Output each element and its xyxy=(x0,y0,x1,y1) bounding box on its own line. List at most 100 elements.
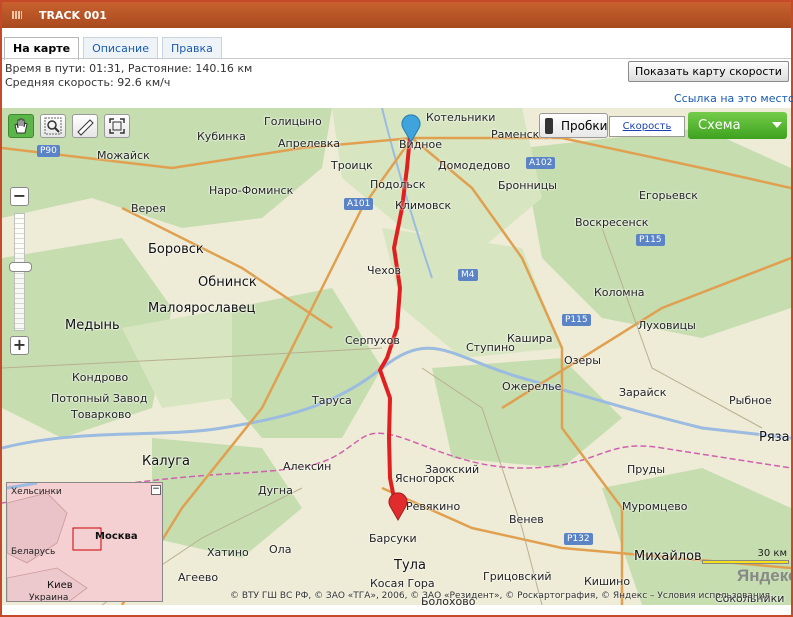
road-shield: P132 xyxy=(564,533,593,545)
city-label: Агеево xyxy=(178,571,219,584)
city-label: Грицовский xyxy=(483,570,552,583)
city-label: Пруды xyxy=(627,463,666,476)
city-label: Косая Гора xyxy=(370,577,435,590)
zoom-in-button[interactable]: + xyxy=(10,336,29,355)
city-label: Обнинск xyxy=(198,275,257,290)
city-label: Дугна xyxy=(258,484,293,497)
hand-icon xyxy=(14,118,28,134)
scale-label: 30 км xyxy=(757,548,788,559)
road-shield: A102 xyxy=(526,157,556,169)
map-type-select[interactable]: Схема xyxy=(688,112,787,139)
zoom-area-tool-button[interactable] xyxy=(40,114,66,138)
city-label: Можайск xyxy=(97,149,150,162)
tab-edit[interactable]: Правка xyxy=(161,37,222,59)
city-label: Верея xyxy=(131,202,166,215)
zoom-slider-thumb[interactable] xyxy=(9,262,32,272)
tab-bar: На карте Описание Правка xyxy=(4,37,222,60)
fullscreen-icon xyxy=(109,118,125,134)
minimap-label: Москва xyxy=(95,531,138,542)
city-label: Кишино xyxy=(584,575,631,588)
city-label: Алексин xyxy=(283,460,332,473)
city-label: Коломна xyxy=(594,286,645,299)
city-label: Троицк xyxy=(331,159,373,172)
map-scale: 30 км xyxy=(702,548,789,566)
city-label: Апрелевка xyxy=(278,137,341,150)
traffic-label: Пробки xyxy=(561,119,608,133)
route-start-marker-icon[interactable] xyxy=(399,114,423,144)
map-view[interactable]: Котельники Раменское Голицыно Апрелевка … xyxy=(2,108,791,605)
city-label: Чехов xyxy=(367,264,402,277)
chevron-down-icon xyxy=(772,122,782,128)
road-shield: P115 xyxy=(562,314,591,326)
road-shield: P90 xyxy=(37,145,60,157)
road-shield: M4 xyxy=(458,269,478,281)
tab-map[interactable]: На карте xyxy=(4,37,80,60)
map-type-label: Схема xyxy=(698,118,741,133)
link-to-place[interactable]: Ссылка на это место xyxy=(674,92,793,105)
zoom-out-button[interactable]: − xyxy=(10,187,29,206)
city-label: Рыбное xyxy=(729,394,772,407)
city-label: Егорьевск xyxy=(639,189,698,202)
yandex-logo: Яндекс xyxy=(737,566,791,585)
map-copyright: © ВТУ ГШ ВС РФ, © ЗАО «ТГА», 2006, © ЗАО… xyxy=(230,591,771,601)
road-shield: A101 xyxy=(344,198,374,210)
window-title: TRACK 001 xyxy=(39,9,107,22)
minimap-label: Киев xyxy=(47,580,73,591)
track-time-distance: Время в пути: 01:31, Растояние: 140.16 к… xyxy=(5,62,253,75)
city-label: Медынь xyxy=(65,318,120,333)
city-label: Голицыно xyxy=(264,115,322,128)
city-label: Малоярославец xyxy=(148,301,256,316)
magnifier-icon xyxy=(44,117,62,135)
city-label: Домодедово xyxy=(438,159,511,172)
speed-link[interactable]: Скорость xyxy=(609,116,685,137)
city-label: Хатино xyxy=(207,546,249,559)
city-label: Кашира xyxy=(507,332,553,345)
city-label: Боровск xyxy=(148,242,204,257)
track-avg-speed: Средняя скорость: 92.6 км/ч xyxy=(5,76,171,89)
city-label: Котельники xyxy=(426,111,496,124)
city-label: Муромцево xyxy=(622,500,688,513)
fullscreen-button[interactable] xyxy=(104,114,130,138)
city-label: Калуга xyxy=(142,454,190,469)
scale-bar xyxy=(702,560,789,564)
show-speed-map-button[interactable]: Показать карту скорости xyxy=(628,61,789,82)
minimap-collapse-icon[interactable]: − xyxy=(151,485,161,495)
city-label: Луховицы xyxy=(638,319,696,332)
overview-minimap[interactable]: Хельсинки Москва Беларусь Киев Украина − xyxy=(6,482,163,602)
city-label: Бронницы xyxy=(498,179,557,192)
city-label: Таруса xyxy=(312,394,352,407)
minimap-label: Украина xyxy=(29,593,69,602)
city-label: Наро-Фоминск xyxy=(209,184,294,197)
ruler-icon xyxy=(77,119,94,136)
city-label: Товарково xyxy=(71,408,132,421)
city-label: Воскресенск xyxy=(575,216,649,229)
city-label: Кондрово xyxy=(72,371,129,384)
zoom-slider-track[interactable] xyxy=(14,213,25,331)
city-label: Зарайск xyxy=(619,386,667,399)
ruler-tool-button[interactable] xyxy=(72,114,98,138)
route-end-marker-icon[interactable] xyxy=(386,492,410,522)
window-titlebar[interactable]: TRACK 001 xyxy=(2,2,791,28)
minimap-background xyxy=(7,483,162,601)
city-label: Подольск xyxy=(370,178,426,191)
city-label: Тула xyxy=(394,558,426,573)
city-label: Венев xyxy=(509,513,544,526)
tab-description[interactable]: Описание xyxy=(83,37,158,59)
city-label: Ола xyxy=(269,543,292,556)
city-label: Потопный Завод xyxy=(51,392,148,405)
tab-divider xyxy=(2,58,791,59)
city-label: Ряза xyxy=(759,430,790,445)
traffic-button[interactable]: Пробки xyxy=(539,113,608,138)
road-shield: P115 xyxy=(636,234,665,246)
city-label: Ревякино xyxy=(406,500,461,513)
grip-icon xyxy=(12,11,22,19)
hand-tool-button[interactable] xyxy=(8,114,34,138)
city-label: Ожерелье xyxy=(502,380,562,393)
minimap-label: Хельсинки xyxy=(11,487,62,497)
city-label: Кубинка xyxy=(197,130,246,143)
city-label: Серпухов xyxy=(345,334,400,347)
city-label: Барсуки xyxy=(369,532,417,545)
city-label: Озеры xyxy=(564,354,601,367)
city-label: Климовск xyxy=(395,199,452,212)
city-label: Михайлов xyxy=(634,549,702,564)
